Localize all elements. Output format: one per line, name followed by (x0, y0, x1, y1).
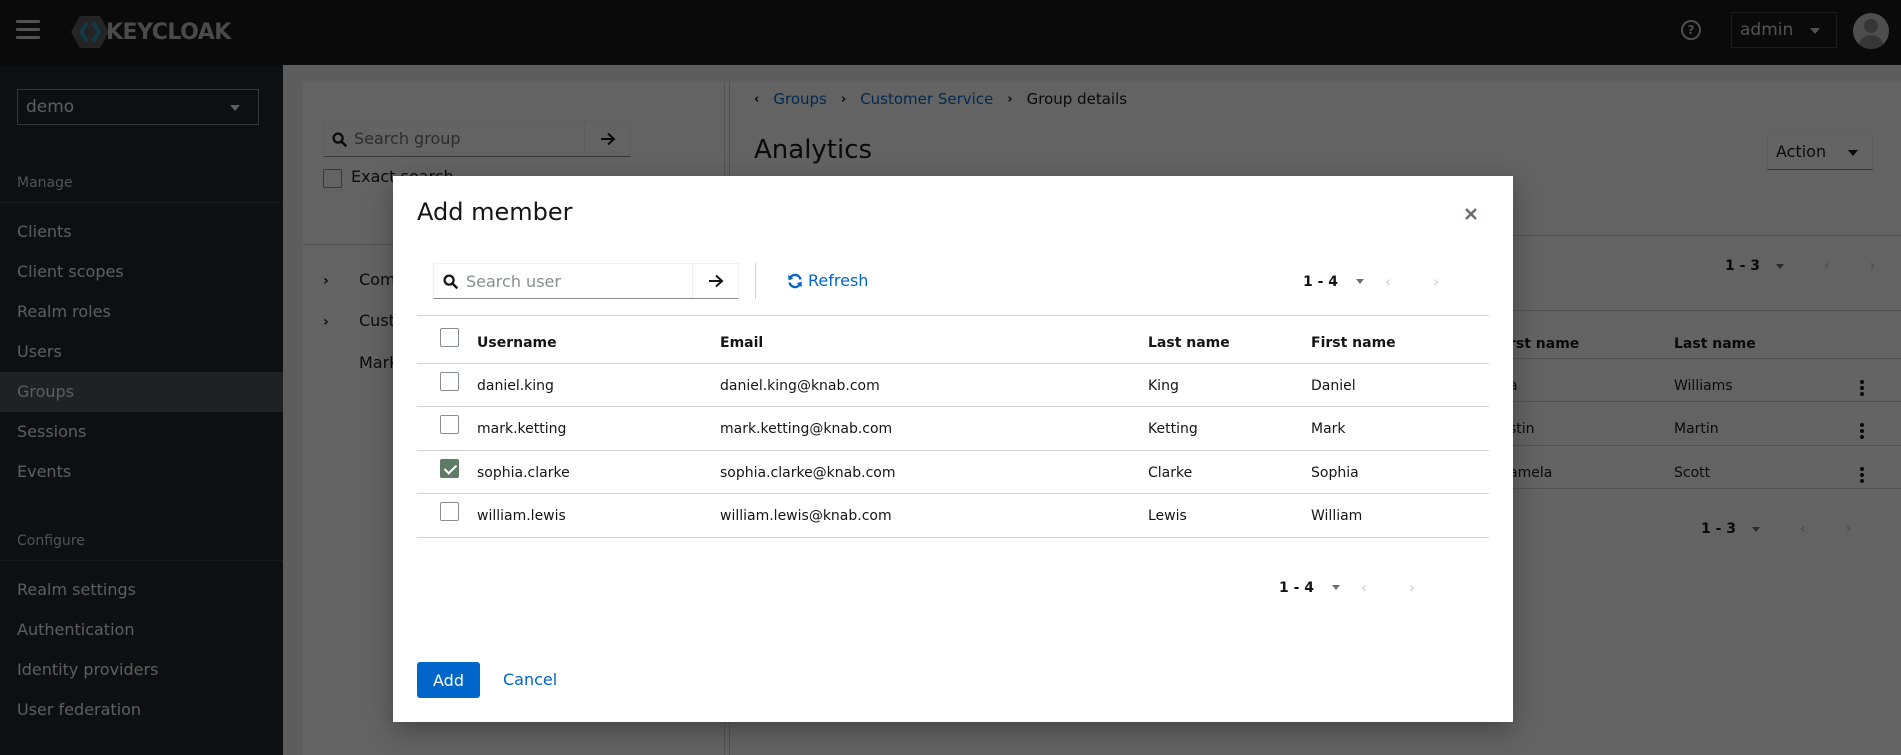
cell-email: sophia.clarke@knab.com (720, 465, 896, 481)
row-checkbox[interactable] (440, 459, 459, 478)
row-divider (417, 363, 1489, 364)
search-submit-button[interactable] (692, 264, 738, 298)
cancel-button[interactable]: Cancel (503, 670, 557, 689)
cell-last-name: Clarke (1148, 465, 1193, 481)
pagination-top: 1 - 4 ‹ › (1303, 272, 1460, 291)
row-divider (417, 493, 1489, 494)
cell-email: mark.ketting@knab.com (720, 421, 893, 437)
per-page-toggle[interactable]: 1 - 4 (1303, 274, 1365, 290)
add-button[interactable]: Add (417, 662, 480, 698)
row-divider (417, 450, 1489, 451)
toolbar-divider (755, 263, 756, 299)
cell-first-name: Sophia (1311, 465, 1359, 481)
refresh-button[interactable]: Refresh (787, 271, 868, 290)
row-divider (417, 406, 1489, 407)
cell-first-name: Daniel (1311, 378, 1356, 394)
column-header-last-name: Last name (1148, 335, 1230, 351)
table-divider (417, 315, 1489, 316)
close-icon[interactable] (1463, 206, 1479, 222)
row-divider (417, 537, 1489, 538)
cell-username: daniel.king (477, 378, 554, 394)
cell-email: william.lewis@knab.com (720, 508, 892, 524)
search-icon (434, 264, 466, 298)
cell-first-name: William (1311, 508, 1363, 524)
cell-username: william.lewis (477, 508, 566, 524)
sync-icon (788, 273, 802, 288)
pagination-bottom: 1 - 4 ‹ › (1279, 578, 1436, 597)
cell-username: sophia.clarke (477, 465, 570, 481)
arrow-right-icon (708, 274, 723, 288)
cell-username: mark.ketting (477, 421, 567, 437)
per-page-toggle[interactable]: 1 - 4 (1279, 580, 1341, 596)
column-header-email: Email (720, 335, 764, 351)
column-header-first-name: First name (1311, 335, 1396, 351)
select-all-checkbox[interactable] (440, 328, 459, 347)
row-checkbox[interactable] (440, 502, 459, 521)
search-user-input[interactable] (466, 264, 692, 298)
cell-last-name: Lewis (1148, 508, 1187, 524)
row-checkbox[interactable] (440, 415, 459, 434)
cell-email: daniel.king@knab.com (720, 378, 880, 394)
previous-page-button[interactable]: ‹ (1340, 578, 1388, 597)
cell-last-name: King (1148, 378, 1179, 394)
row-checkbox[interactable] (440, 372, 459, 391)
next-page-button[interactable]: › (1388, 578, 1436, 597)
user-search (433, 263, 739, 299)
previous-page-button[interactable]: ‹ (1364, 272, 1412, 291)
cell-last-name: Ketting (1148, 421, 1198, 437)
column-header-username: Username (477, 335, 557, 351)
add-member-dialog: Add member Refresh 1 - 4 ‹ › Username Em… (393, 176, 1513, 722)
cell-first-name: Mark (1311, 421, 1346, 437)
next-page-button[interactable]: › (1412, 272, 1460, 291)
caret-down-icon (1356, 279, 1365, 284)
dialog-title: Add member (417, 198, 573, 226)
caret-down-icon (1332, 585, 1341, 590)
